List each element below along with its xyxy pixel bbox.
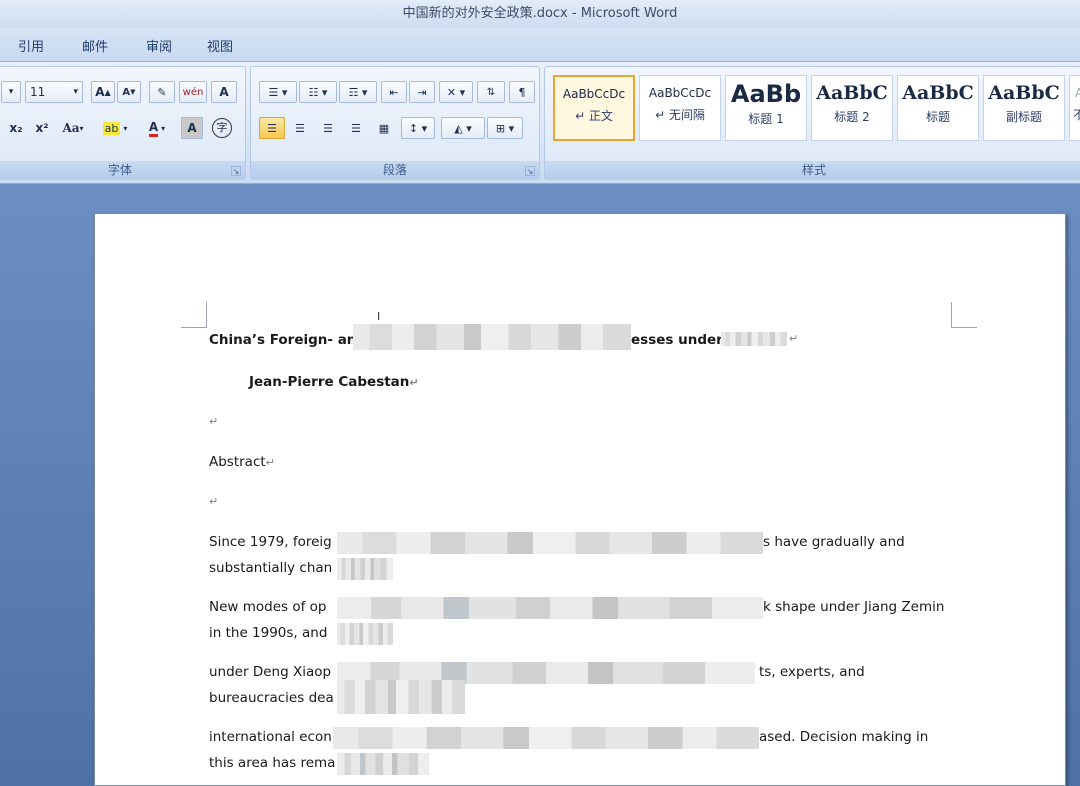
body-line[interactable]: bureaucracies dea [209, 686, 334, 710]
body-line[interactable]: this area has rema [209, 751, 335, 775]
shrink-font-button[interactable]: A ▼ [117, 81, 141, 103]
phonetic-guide-button[interactable]: wén [179, 81, 207, 103]
body-line[interactable]: in the 1990s, and [209, 621, 327, 645]
styles-group-label: 样式 [545, 161, 1080, 179]
paragraph-dialog-launcher-icon[interactable]: ↘ [525, 166, 535, 176]
body-line[interactable]: under Deng Xiaop [209, 660, 331, 684]
character-shading-button[interactable]: A [181, 117, 203, 139]
redacted-region [333, 727, 759, 749]
ribbon-tab-bar: 引用 邮件 审阅 视图 [0, 28, 1080, 62]
shading-icon[interactable]: ◭ ▾ [441, 117, 485, 139]
show-marks-icon[interactable]: ¶ [509, 81, 535, 103]
superscript-button[interactable]: x² [31, 117, 53, 139]
bullets-icon[interactable]: ☰ ▾ [259, 81, 297, 103]
redacted-region [337, 597, 763, 619]
character-border-button[interactable]: A [211, 81, 237, 103]
redacted-region [337, 623, 393, 645]
font-size-select[interactable]: 11 ▾ [25, 81, 83, 103]
align-right-icon[interactable]: ☰ [315, 117, 341, 139]
style-partial[interactable]: A 不 [1069, 75, 1080, 141]
title-bar: 中国新的对外安全政策.docx - Microsoft Word [0, 0, 1080, 28]
font-dialog-launcher-icon[interactable]: ↘ [231, 166, 241, 176]
style-heading-1[interactable]: AaBb 标题 1 [725, 75, 807, 141]
multilevel-list-icon[interactable]: ☶ ▾ [339, 81, 377, 103]
paragraph-group: ☰ ▾ ☷ ▾ ☶ ▾ ⇤ ⇥ ✕ ▾ ⇅ ¶ ☰ ☰ ☰ ☰ ▦ ↕ ▾ ◭ … [250, 66, 540, 180]
window-title-app: Microsoft Word [580, 6, 678, 21]
tab-review[interactable]: 审阅 [146, 36, 172, 55]
redacted-region [353, 324, 631, 350]
align-left-icon[interactable]: ☰ [259, 117, 285, 139]
body-line-end[interactable]: ased. Decision making in [759, 725, 928, 749]
chevron-down-icon: ▾ [73, 87, 78, 97]
body-line[interactable]: Since 1979, foreig [209, 530, 332, 554]
document-page[interactable]: I China’s Foreign- and esses under ↵ Jea… [94, 213, 1066, 786]
tab-references[interactable]: 引用 [18, 36, 44, 55]
style-normal[interactable]: AaBbCcDc ↵ 正文 [553, 75, 635, 141]
body-line-end[interactable]: s have gradually and [763, 530, 905, 554]
body-line-end[interactable]: k shape under Jiang Zemin [763, 595, 944, 619]
grow-font-button[interactable]: A ▲ [91, 81, 115, 103]
font-name-dropdown-icon[interactable]: ▾ [1, 81, 21, 103]
window-title-document: 中国新的对外安全政策.docx [402, 6, 568, 21]
font-group-label: 字体 [0, 161, 245, 179]
redacted-region [337, 532, 763, 554]
change-case-button[interactable]: Aa ▾ [57, 117, 89, 139]
tab-mailings[interactable]: 邮件 [82, 36, 108, 55]
margin-crop-mark-right [951, 302, 977, 328]
styles-group: AaBbCcDc ↵ 正文 AaBbCcDc ↵ 无间隔 AaBb 标题 1 A… [544, 66, 1080, 180]
redacted-region [337, 680, 465, 714]
body-line[interactable]: substantially chan [209, 556, 332, 580]
abstract-heading[interactable]: Abstract↵ [209, 450, 275, 475]
borders-icon[interactable]: ⊞ ▾ [487, 117, 523, 139]
font-size-value: 11 [30, 85, 46, 99]
text-cursor-icon: I [377, 310, 381, 323]
subscript-button[interactable]: x₂ [5, 117, 27, 139]
redacted-region [337, 753, 429, 775]
justify-icon[interactable]: ☰ [343, 117, 369, 139]
document-title-continued[interactable]: esses under [631, 328, 723, 352]
paragraph-group-label: 段落 [251, 161, 539, 179]
line-spacing-icon[interactable]: ↕ ▾ [401, 117, 435, 139]
paragraph-mark: ↵ [789, 332, 799, 345]
numbering-icon[interactable]: ☷ ▾ [299, 81, 337, 103]
redacted-region [721, 332, 787, 346]
style-heading-2[interactable]: AaBbC 标题 2 [811, 75, 893, 141]
ribbon: ▾ 11 ▾ A ▲ A ▼ ✎ wén A x₂ x² Aa ▾ ab ▾ A ▾ A … [0, 62, 1080, 184]
clear-format-icon[interactable]: ✎ [149, 81, 175, 103]
style-subtitle[interactable]: AaBbC 副标题 [983, 75, 1065, 141]
body-line-end[interactable]: ts, experts, and [759, 660, 865, 684]
style-no-spacing[interactable]: AaBbCcDc ↵ 无间隔 [639, 75, 721, 141]
body-line[interactable]: New modes of op [209, 595, 326, 619]
paragraph-mark: ↵ [209, 415, 219, 428]
body-line[interactable]: international econ [209, 725, 332, 749]
redacted-region [337, 558, 393, 580]
document-author[interactable]: Jean-Pierre Cabestan↵ [249, 370, 419, 395]
font-color-button[interactable]: A ▾ [139, 117, 175, 139]
tab-view[interactable]: 视图 [207, 36, 233, 55]
chinese-layout-icon[interactable]: ✕ ▾ [439, 81, 473, 103]
enclose-characters-button[interactable]: 字 [209, 117, 235, 139]
font-group: ▾ 11 ▾ A ▲ A ▼ ✎ wén A x₂ x² Aa ▾ ab ▾ A ▾ A … [0, 66, 246, 180]
window-title-separator: - [567, 6, 581, 21]
increase-indent-icon[interactable]: ⇥ [409, 81, 435, 103]
paragraph-mark: ↵ [209, 495, 219, 508]
decrease-indent-icon[interactable]: ⇤ [381, 81, 407, 103]
highlight-color-button[interactable]: ab ▾ [95, 117, 135, 139]
distributed-icon[interactable]: ▦ [371, 117, 397, 139]
sort-icon[interactable]: ⇅ [477, 81, 505, 103]
align-center-icon[interactable]: ☰ [287, 117, 313, 139]
margin-crop-mark-left [181, 302, 207, 328]
style-title[interactable]: AaBbC 标题 [897, 75, 979, 141]
document-title[interactable]: China’s Foreign- and [209, 328, 366, 352]
